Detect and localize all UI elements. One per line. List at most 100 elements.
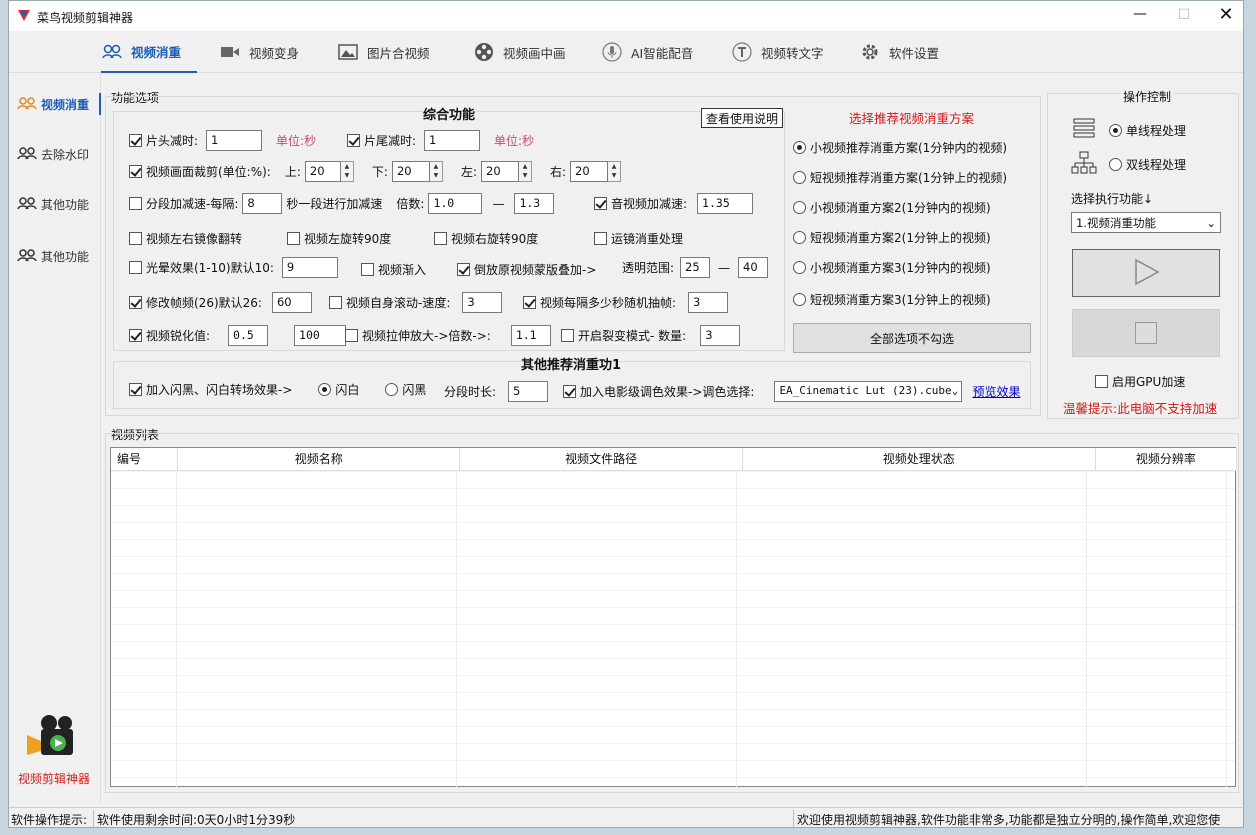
mirror-checkbox[interactable] [129,232,142,245]
crop-right-input[interactable]: 20 [570,161,609,182]
rotate-right-checkbox[interactable] [434,232,447,245]
segment-speed-input[interactable]: 8 [242,193,283,214]
crop-bottom-stepper[interactable]: 20 ▲ ▼ [391,161,443,182]
tab-video-transform[interactable]: 视频变身 [219,31,299,73]
crop-top-input[interactable]: 20 [304,161,341,182]
scheme-option-1[interactable]: 小视频推荐消重方案(1分钟内的视频) [793,139,1007,156]
av-speed-input[interactable]: 1.35 [697,193,754,214]
crop-checkbox[interactable] [129,165,142,178]
tab-video-to-text[interactable]: 视频转文字 [731,31,824,73]
rotate-left-checkbox[interactable] [287,232,300,245]
column-header[interactable]: 视频文件路径 [459,448,743,471]
halo-checkbox[interactable] [129,261,142,274]
stepper-arrows[interactable]: ▲ ▼ [340,161,354,182]
sidebar-item-other-2[interactable]: 其他功能 [17,245,89,267]
head-trim-input[interactable]: 1 [206,130,263,151]
crop-right-stepper[interactable]: 20 ▲ ▼ [570,161,622,182]
motion-checkbox[interactable] [594,232,607,245]
random-drop-checkbox[interactable] [523,296,536,309]
tab-picture-in-picture[interactable]: 视频画中画 [473,31,566,73]
single-thread-option[interactable]: 单线程处理 [1109,122,1186,139]
minimize-icon[interactable]: — [1127,3,1153,27]
gpu-checkbox[interactable] [1095,375,1108,388]
column-header[interactable]: 视频处理状态 [742,448,1096,471]
tail-trim-checkbox[interactable] [347,134,360,147]
column-header[interactable]: 编号 [111,448,179,471]
opacity-dash: — [718,260,731,275]
tail-trim-input[interactable]: 1 [424,130,481,151]
scheme-option-2[interactable]: 短视频推荐消重方案(1分钟上的视频) [793,169,1007,186]
segment-duration-input[interactable]: 5 [508,381,549,402]
head-trim-checkbox[interactable] [129,134,142,147]
stepper-arrows[interactable]: ▲ ▼ [519,161,532,182]
start-button[interactable] [1072,249,1220,297]
stepper-arrows[interactable]: ▲ ▼ [608,161,622,182]
split-checkbox[interactable] [561,329,574,342]
lut-select[interactable]: EA_Cinematic Lut (23).cube ⌄ [774,381,963,402]
uncheck-all-button[interactable]: 全部选项不勾选 [793,323,1031,353]
scheme-option-4[interactable]: 短视频消重方案2(1分钟上的视频) [793,229,991,246]
segment-speed-checkbox[interactable] [129,197,142,210]
single-thread-radio[interactable] [1109,124,1122,137]
opacity-max-input[interactable]: 40 [738,257,769,278]
scroll-checkbox[interactable] [329,296,342,309]
tab-image-to-video[interactable]: 图片合视频 [337,31,430,73]
sharpen-row: 视频锐化值: 0.5 100 [129,325,347,346]
halo-input[interactable]: 9 [281,257,338,278]
segment-duration-row: 分段时长: 5 [444,381,549,402]
scroll-input[interactable]: 3 [462,292,503,313]
av-speed-checkbox[interactable] [594,197,607,210]
function-select[interactable]: 1.视频消重功能 ⌄ [1071,212,1221,233]
stepper-arrows[interactable]: ▲ ▼ [429,161,443,182]
flash-checkbox[interactable] [129,383,142,396]
reverse-mask-checkbox[interactable] [457,263,470,276]
sharpen-input-2[interactable]: 100 [294,325,347,346]
lut-checkbox[interactable] [563,385,576,398]
close-icon[interactable]: ✕ [1213,3,1239,27]
multiplier-min-input[interactable]: 1.0 [428,193,483,214]
stretch-input[interactable]: 1.1 [510,325,551,346]
camera-icon [219,42,241,62]
column-header[interactable]: 视频分辨率 [1095,448,1238,471]
scheme-radio[interactable] [793,171,806,184]
stretch-checkbox[interactable] [345,329,358,342]
random-drop-input[interactable]: 3 [688,292,729,313]
fade-in-checkbox[interactable] [361,263,374,276]
scheme-option-3[interactable]: 小视频消重方案2(1分钟内的视频) [793,199,991,216]
preview-link[interactable]: 预览效果 [972,383,1020,400]
video-table[interactable]: 编号 视频名称 视频文件路径 视频处理状态 视频分辨率 [110,447,1238,787]
scheme-option-5[interactable]: 小视频消重方案3(1分钟内的视频) [793,259,991,276]
flash-black-radio[interactable] [385,383,399,396]
scheme-radio[interactable] [793,231,806,244]
sidebar-item-video-dedupe[interactable]: 视频消重 [17,93,101,115]
dual-thread-radio[interactable] [1109,158,1122,171]
fps-checkbox[interactable] [129,296,142,309]
crop-bottom-input[interactable]: 20 [391,161,430,182]
multiplier-max-input[interactable]: 1.3 [514,193,555,214]
scheme-radio[interactable] [793,293,806,306]
column-header[interactable]: 视频名称 [177,448,461,471]
flash-row: 加入闪黑、闪白转场效果-> 闪白 闪黑 [129,381,426,398]
dual-thread-option[interactable]: 双线程处理 [1109,156,1186,173]
sidebar-item-remove-watermark[interactable]: 去除水印 [17,143,89,165]
fps-input[interactable]: 60 [271,292,312,313]
crop-left-stepper[interactable]: 20 ▲ ▼ [481,161,532,182]
flash-white-radio[interactable] [318,383,332,396]
scheme-option-6[interactable]: 短视频消重方案3(1分钟上的视频) [793,291,991,308]
tab-video-dedupe[interactable]: 视频消重 [101,31,197,73]
crop-top-stepper[interactable]: 20 ▲ ▼ [304,161,354,182]
help-button[interactable]: 查看使用说明 [701,108,783,128]
crop-left-input[interactable]: 20 [481,161,519,182]
opacity-min-input[interactable]: 25 [680,257,711,278]
scheme-radio[interactable] [793,141,806,154]
maximize-icon[interactable]: ☐ [1171,3,1197,27]
stop-button[interactable] [1072,309,1220,357]
sharpen-checkbox[interactable] [129,329,142,342]
sharpen-input[interactable]: 0.5 [228,325,269,346]
scheme-radio[interactable] [793,201,806,214]
tab-ai-voice[interactable]: AI智能配音 [601,31,693,73]
split-input[interactable]: 3 [700,325,741,346]
scheme-radio[interactable] [793,261,806,274]
sidebar-item-other-1[interactable]: 其他功能 [17,193,89,215]
tab-settings[interactable]: 软件设置 [859,31,939,73]
